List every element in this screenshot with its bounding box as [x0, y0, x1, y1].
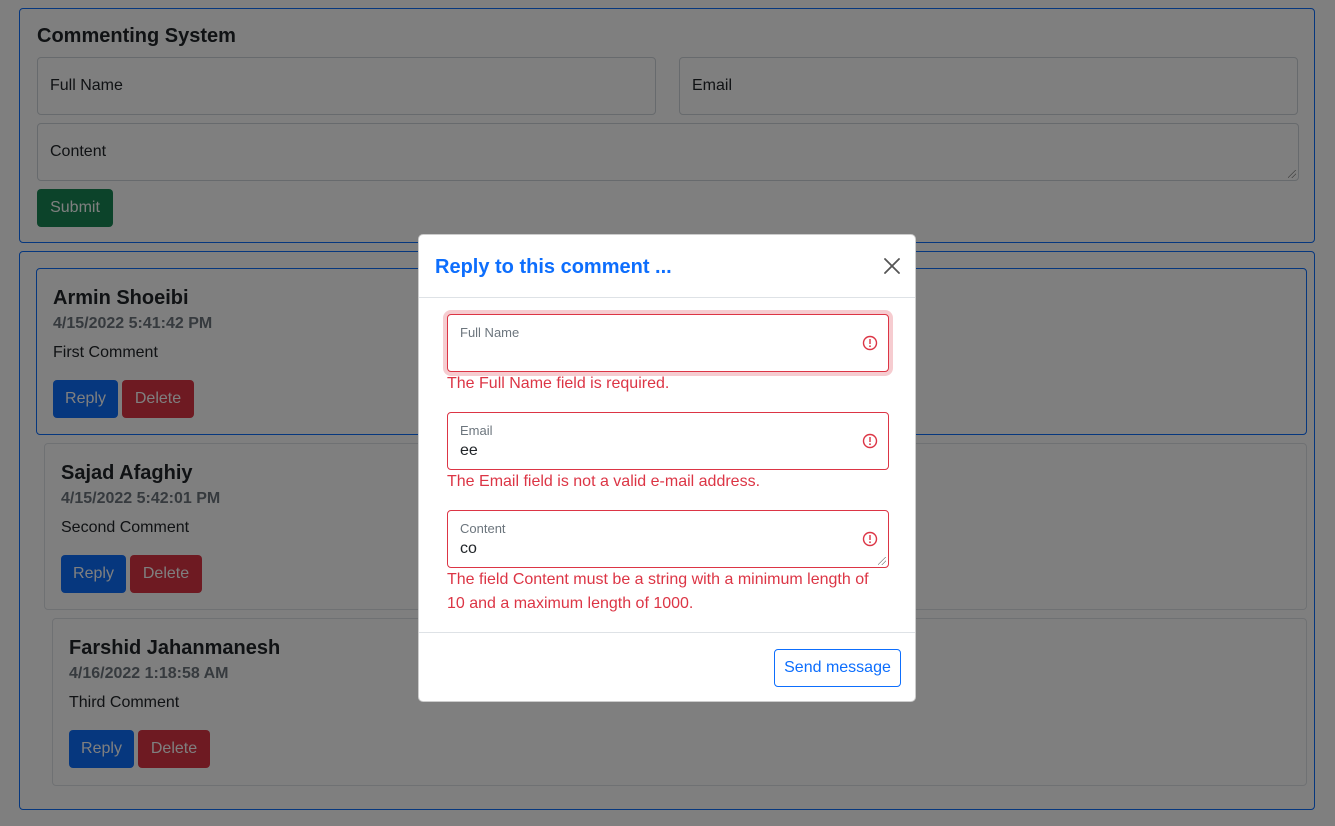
reply-full-name-label: Full Name [460, 325, 520, 340]
send-message-button[interactable]: Send message [774, 649, 901, 687]
error-circle-icon [862, 433, 878, 449]
close-icon[interactable] [882, 256, 902, 276]
reply-modal: Reply to this comment ... Full Name The … [418, 234, 916, 702]
modal-footer: Send message [419, 632, 915, 702]
modal-header: Reply to this comment ... [419, 235, 915, 298]
reply-full-name-input[interactable]: Full Name [447, 314, 889, 372]
reply-email-input[interactable]: Email ee [447, 412, 889, 470]
modal-title: Reply to this comment ... [435, 256, 672, 278]
reply-email-label: Email [460, 423, 493, 438]
full-name-error: The Full Name field is required. [447, 375, 670, 392]
reply-content-value: co [460, 540, 477, 557]
reply-email-value: ee [460, 442, 478, 459]
email-error: The Email field is not a valid e-mail ad… [447, 473, 761, 490]
content-error: The field Content must be a string with … [447, 571, 869, 612]
modal-body: Full Name The Full Name field is require… [419, 298, 915, 633]
resize-grip-icon[interactable] [878, 557, 886, 565]
error-circle-icon [862, 335, 878, 351]
reply-content-textarea[interactable]: Content co [447, 510, 889, 568]
error-circle-icon [862, 531, 878, 547]
page: Commenting System Full Name Email Conten… [0, 0, 1335, 826]
reply-content-label: Content [460, 521, 506, 536]
